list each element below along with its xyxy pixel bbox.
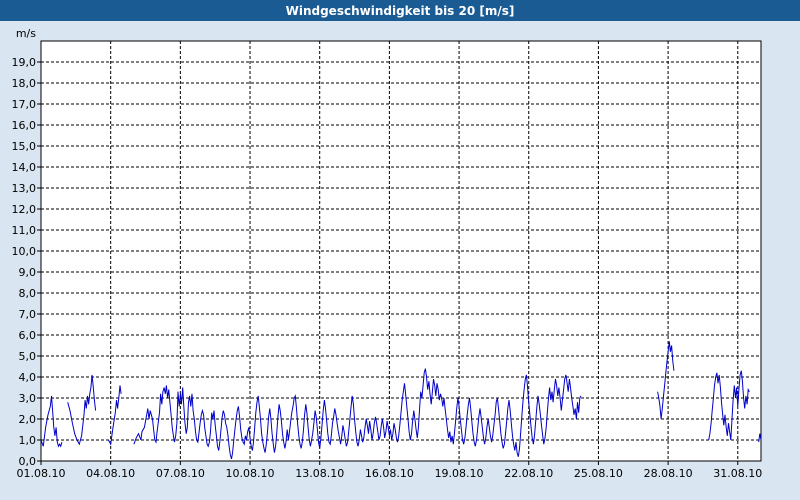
- y-tick-label: 11,0: [12, 224, 37, 237]
- chart-title: Windgeschwindigkeit bis 20 [m/s]: [0, 0, 800, 21]
- x-tick-label: 19.08.10: [435, 467, 484, 480]
- x-tick-label: 13.08.10: [295, 467, 344, 480]
- x-tick-label: 16.08.10: [365, 467, 414, 480]
- y-tick-label: 4,0: [19, 371, 37, 384]
- y-tick-label: 16,0: [12, 119, 37, 132]
- x-tick-label: 10.08.10: [226, 467, 275, 480]
- y-tick-label: 14,0: [12, 161, 37, 174]
- x-tick-label: 28.08.10: [644, 467, 693, 480]
- y-tick-label: 17,0: [12, 98, 37, 111]
- y-tick-label: 2,0: [19, 413, 37, 426]
- y-tick-label: 7,0: [19, 308, 37, 321]
- y-tick-label: 5,0: [19, 350, 37, 363]
- y-tick-label: 9,0: [19, 266, 37, 279]
- y-tick-label: 6,0: [19, 329, 37, 342]
- y-tick-label: 13,0: [12, 182, 37, 195]
- y-axis-unit-label: m/s: [16, 27, 36, 40]
- x-tick-label: 22.08.10: [504, 467, 553, 480]
- x-tick-label: 31.08.10: [713, 467, 762, 480]
- y-tick-label: 12,0: [12, 203, 37, 216]
- y-tick-label: 10,0: [12, 245, 37, 258]
- y-tick-label: 18,0: [12, 77, 37, 90]
- x-axis-ticks: 01.08.10 04.08.10 07.08.10 10.08.10 13.08.10…: [17, 467, 763, 480]
- x-tick-label: 25.08.10: [574, 467, 623, 480]
- y-tick-label: 3,0: [19, 392, 37, 405]
- y-axis-ticks: 0,01,02,03,04,05,06,07,08,09,010,011,012…: [12, 56, 37, 468]
- x-tick-label: 04.08.10: [86, 467, 135, 480]
- y-tick-label: 8,0: [19, 287, 37, 300]
- x-tick-label: 07.08.10: [156, 467, 205, 480]
- y-tick-label: 15,0: [12, 140, 37, 153]
- y-tick-label: 19,0: [12, 56, 37, 69]
- chart-window: Windgeschwindigkeit bis 20 [m/s] 0,0 1,0 2…: [0, 0, 800, 500]
- x-tick-label: 01.08.10: [17, 467, 66, 480]
- chart-svg: 0,01,02,03,04,05,06,07,08,09,010,011,012…: [12, 27, 763, 480]
- y-tick-label: 1,0: [19, 434, 37, 447]
